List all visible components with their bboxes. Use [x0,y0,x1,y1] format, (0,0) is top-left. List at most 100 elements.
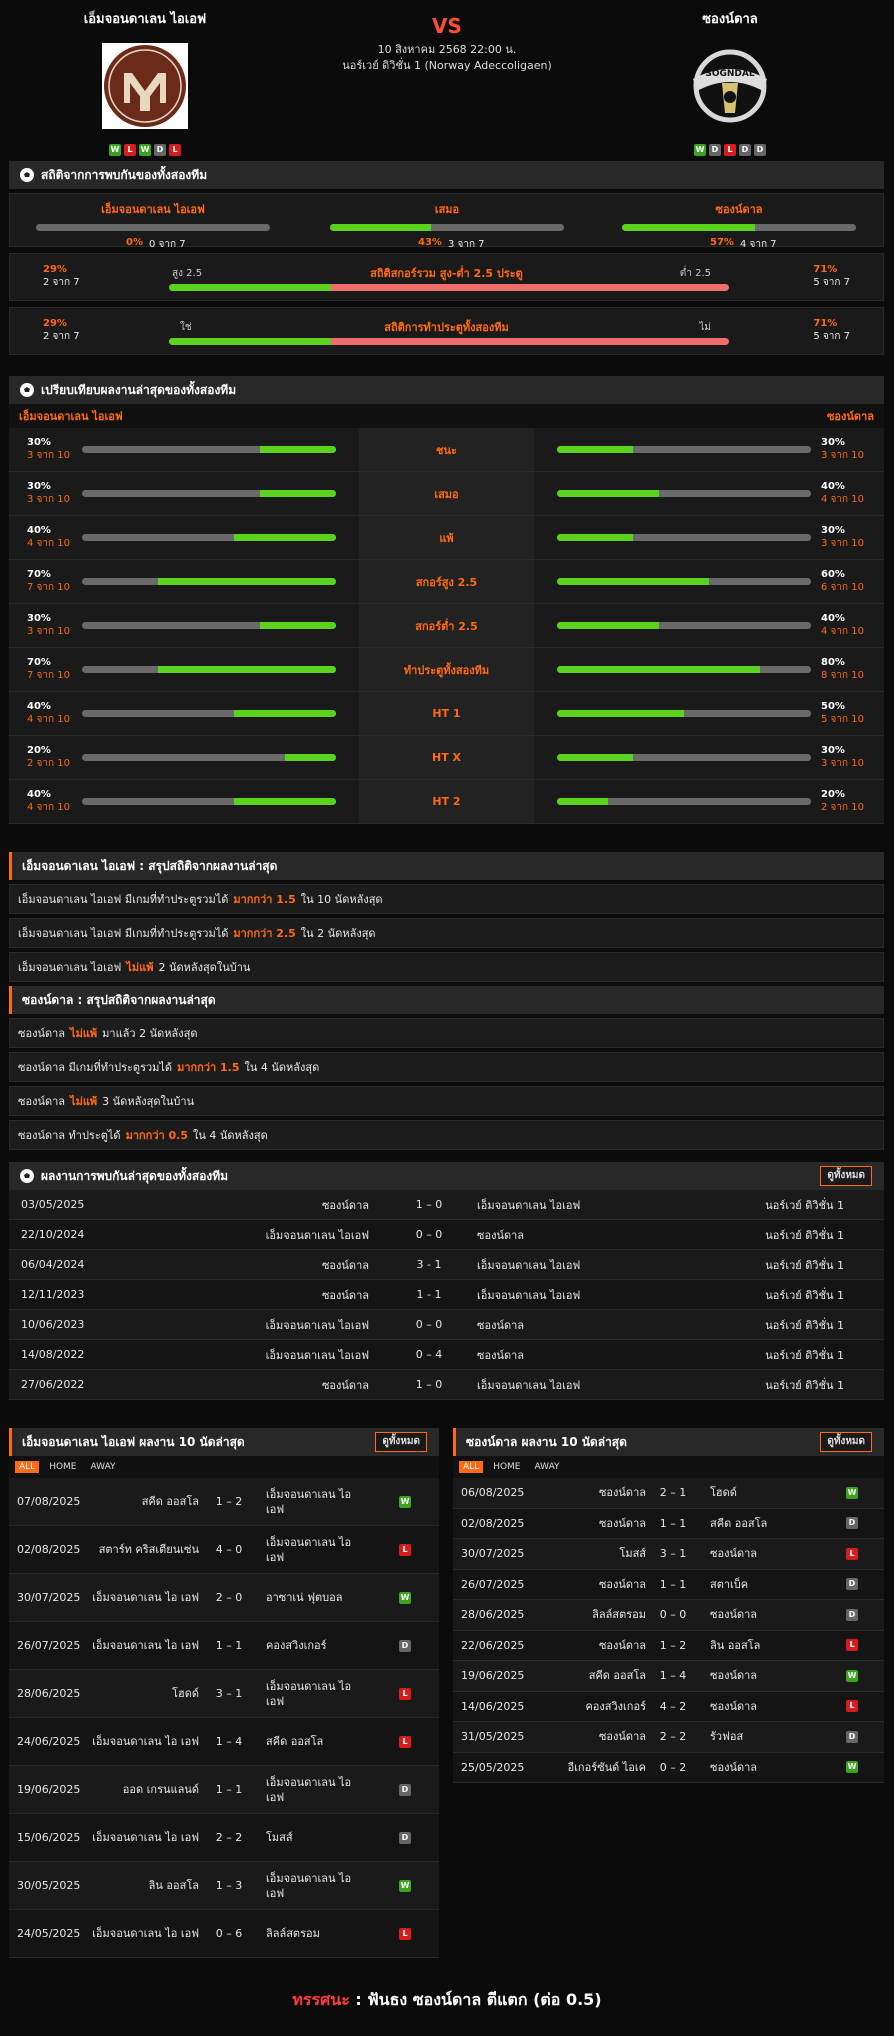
recent-match-row[interactable]: 15/06/2025 เอ็มจอนดาเลน ไอ เอฟ 2 – 2 โมส… [9,1814,439,1862]
h2h-match-row[interactable]: 14/08/2022 เอ็มจอนดาเลน ไอเอฟ 0 – 4 ซองน… [9,1340,884,1370]
recent-match-row[interactable]: 24/06/2025 เอ็มจอนดาเลน ไอ เอฟ 1 – 4 สคี… [9,1718,439,1766]
recent-match-row[interactable]: 22/06/2025 ซองน์ดาล 1 – 2 ลิน ออสโล L [453,1630,884,1661]
match-score: 4 – 2 [659,1699,687,1713]
recent-match-row[interactable]: 26/07/2025 ซองน์ดาล 1 – 1 สตาเบ็ค D [453,1569,884,1600]
recent-match-row[interactable]: 28/06/2025 ลิลล์สตรอม 0 – 0 ซองน์ดาล D [453,1600,884,1631]
result-badge: L [399,1543,411,1556]
away-team: เอ็มจอนดาเลน ไอ เอฟ [266,1679,352,1708]
count: 0 จาก 7 [148,239,186,250]
h2h-match-row[interactable]: 12/11/2023 ซองน์ดาล 1 - 1 เอ็มจอนดาเลน ไ… [9,1280,884,1310]
home-team[interactable]: เอ็มจอนดาเลน ไอเอฟ WLWDL [45,8,245,156]
summary-highlight: มากกว่า 2.5 [233,927,296,940]
result-badge: D [846,1578,858,1591]
tab-away[interactable]: AWAY [531,1461,564,1473]
away-count: 3 จาก 10 [821,758,864,769]
match-date: 27/06/2022 [21,1378,85,1391]
home-team: เอ็มจอนดาเลน ไอเอฟ [265,1318,369,1332]
recent-match-row[interactable]: 28/06/2025 โฮดด์ 3 – 1 เอ็มจอนดาเลน ไอ เ… [9,1670,439,1718]
h2h-bar-fill [622,224,756,231]
view-all-button[interactable]: ดูทั้งหมด [820,1166,872,1186]
result-badge: L [846,1547,858,1560]
summary-row: ซองน์ดาล ไม่แพ้ 3 นัดหลังสุดในบ้าน [9,1086,884,1116]
summary-row: เอ็มจอนดาเลน ไอเอฟ มีเกมที่ทำประตูรวมได้… [9,884,884,914]
result-badge: W [846,1486,858,1499]
view-all-button[interactable]: ดูทั้งหมด [820,1432,872,1452]
recent-match-row[interactable]: 30/07/2025 เอ็มจอนดาเลน ไอ เอฟ 2 – 0 อาซ… [9,1574,439,1622]
home-bar [82,798,336,805]
away-pct: 30% [821,437,845,448]
h2h-home-wins: เอ็มจอนดาเลน ไอเอฟ 0% 0 จาก 7 [36,200,270,252]
away-pct: 50% [821,701,845,712]
summary-suffix: มาแล้ว 2 นัดหลังสุด [102,1027,198,1040]
tab-home[interactable]: HOME [489,1461,524,1473]
home-team: โมสส์ [619,1547,646,1561]
compare-row: 40% 4 จาก 10 HT 1 50% 5 จาก 10 [9,692,884,736]
league-name: นอร์เวย์ ดิวิชั่น 1 [765,1348,844,1362]
recent-match-row[interactable]: 25/05/2025 อีเกอร์ซันด์ ไอเค 0 – 2 ซองน์… [453,1752,884,1783]
tab-away[interactable]: AWAY [87,1461,120,1473]
h2h-match-row[interactable]: 10/06/2023 เอ็มจอนดาเลน ไอเอฟ 0 – 0 ซองน… [9,1310,884,1340]
home-bar-fill [259,490,336,497]
home-team: เอ็มจอนดาเลน ไอ เอฟ [92,1639,199,1652]
match-score: 0 – 0 [415,1228,443,1241]
home-bar-fill [259,622,336,629]
tab-home[interactable]: HOME [45,1461,80,1473]
away-bar-fill [557,578,710,585]
recent-match-row[interactable]: 30/07/2025 โมสส์ 3 – 1 ซองน์ดาล L [453,1539,884,1570]
match-date: 28/06/2025 [461,1608,525,1622]
match-date: 26/07/2025 [461,1577,525,1591]
h2h-match-row[interactable]: 03/05/2025 ซองน์ดาล 1 – 0 เอ็มจอนดาเลน ไ… [9,1190,884,1220]
away-count: 5 จาก 10 [821,714,864,725]
match-info: VS 10 สิงหาคม 2568 22:00 น. นอร์เวย์ ดิว… [297,14,597,74]
match-date: 30/05/2025 [17,1879,81,1892]
away-team[interactable]: ซองน์ดาล SOGNDAL WDLDD [630,8,830,156]
form-badge: L [169,144,181,156]
h2h-match-row[interactable]: 06/04/2024 ซองน์ดาล 3 - 1 เอ็มจอนดาเลน ไ… [9,1250,884,1280]
recent-match-row[interactable]: 14/06/2025 คองสวิงเกอร์ 4 – 2 ซองน์ดาล L [453,1691,884,1722]
recent-match-row[interactable]: 02/08/2025 ซองน์ดาล 1 – 1 สคีด ออสโล D [453,1508,884,1539]
match-score: 1 – 2 [659,1638,687,1652]
h2h-match-row[interactable]: 27/06/2022 ซองน์ดาล 1 – 0 เอ็มจอนดาเลน ไ… [9,1370,884,1400]
away-count: 3 จาก 10 [821,538,864,549]
result-badge: D [399,1831,411,1844]
recent-match-row[interactable]: 30/05/2025 ลิน ออสโล 1 – 3 เอ็มจอนดาเลน … [9,1862,439,1910]
summary-text: เอ็มจอนดาเลน ไอเอฟ [18,961,122,974]
home-team: คองสวิงเกอร์ [585,1699,646,1713]
recent-match-row[interactable]: 06/08/2025 ซองน์ดาล 2 – 1 โฮดด์ W [453,1478,884,1509]
recent-match-row[interactable]: 19/06/2025 ออด เกรนแลนด์ 1 – 1 เอ็มจอนดา… [9,1766,439,1814]
recent-match-row[interactable]: 07/08/2025 สคีด ออสโล 1 – 2 เอ็มจอนดาเลน… [9,1478,439,1526]
away-last10-rows: 06/08/2025 ซองน์ดาล 2 – 1 โฮดด์ W 02/08/2… [453,1478,884,1783]
away-count: 8 จาก 10 [821,670,864,681]
tab-all[interactable]: ALL [15,1461,40,1473]
home-last10-rows: 07/08/2025 สคีด ออสโล 1 – 2 เอ็มจอนดาเลน… [9,1478,439,1958]
soccer-ball-icon [20,383,34,397]
h2h-match-row[interactable]: 22/10/2024 เอ็มจอนดาเลน ไอเอฟ 0 – 0 ซองน… [9,1220,884,1250]
section-title: เอ็มจอนดาเลน ไอเอฟ ผลงาน 10 นัดล่าสุด [22,1434,245,1449]
recent-match-row[interactable]: 02/08/2025 สตาร์ท คริสเตียนเซ่น 4 – 0 เอ… [9,1526,439,1574]
recent-match-row[interactable]: 19/06/2025 สคีด ออสโล 1 – 4 ซองน์ดาล W [453,1661,884,1692]
compare-header: เปรียบเทียบผลงานล่าสุดของทั้งสองทีม [9,376,884,404]
away-team: ซองน์ดาล [477,1318,525,1332]
h2h-rows: 03/05/2025 ซองน์ดาล 1 – 0 เอ็มจอนดาเลน ไ… [9,1190,884,1400]
result-badge: L [399,1687,411,1700]
home-team: ซองน์ดาล [598,1638,646,1652]
match-date: 06/04/2024 [21,1258,85,1271]
home-pct: 40% [27,789,51,800]
count: 3 จาก 7 [447,239,485,250]
home-summary-section: เอ็มจอนดาเลน ไอเอฟ : สรุปสถิติจากผลงานล่… [9,852,884,982]
recent-match-row[interactable]: 31/05/2025 ซองน์ดาล 2 – 2 รัวฟอส D [453,1722,884,1753]
home-summary-rows: เอ็มจอนดาเลน ไอเอฟ มีเกมที่ทำประตูรวมได้… [9,884,884,982]
btts-title: สถิติการทำประตูทั้งสองทีม [384,321,509,334]
tab-all[interactable]: ALL [459,1461,484,1473]
view-all-button[interactable]: ดูทั้งหมด [375,1432,427,1452]
away-bar-fill [557,534,634,541]
home-team: โฮดด์ [172,1687,199,1700]
league-name: นอร์เวย์ ดิวิชั่น 1 [765,1198,844,1212]
recent-match-row[interactable]: 26/07/2025 เอ็มจอนดาเลน ไอ เอฟ 1 – 1 คอง… [9,1622,439,1670]
recent-match-row[interactable]: 24/05/2025 เอ็มจอนดาเลน ไอ เอฟ 0 – 6 ลิล… [9,1910,439,1958]
home-team: เอ็มจอนดาเลน ไอ เอฟ [92,1735,199,1748]
ou-bar [169,284,729,291]
h2h-col-label: ซองน์ดาล [715,203,763,216]
home-count: 3 จาก 10 [27,494,70,505]
h2h-draws: เสมอ 43% 3 จาก 7 [330,200,564,252]
